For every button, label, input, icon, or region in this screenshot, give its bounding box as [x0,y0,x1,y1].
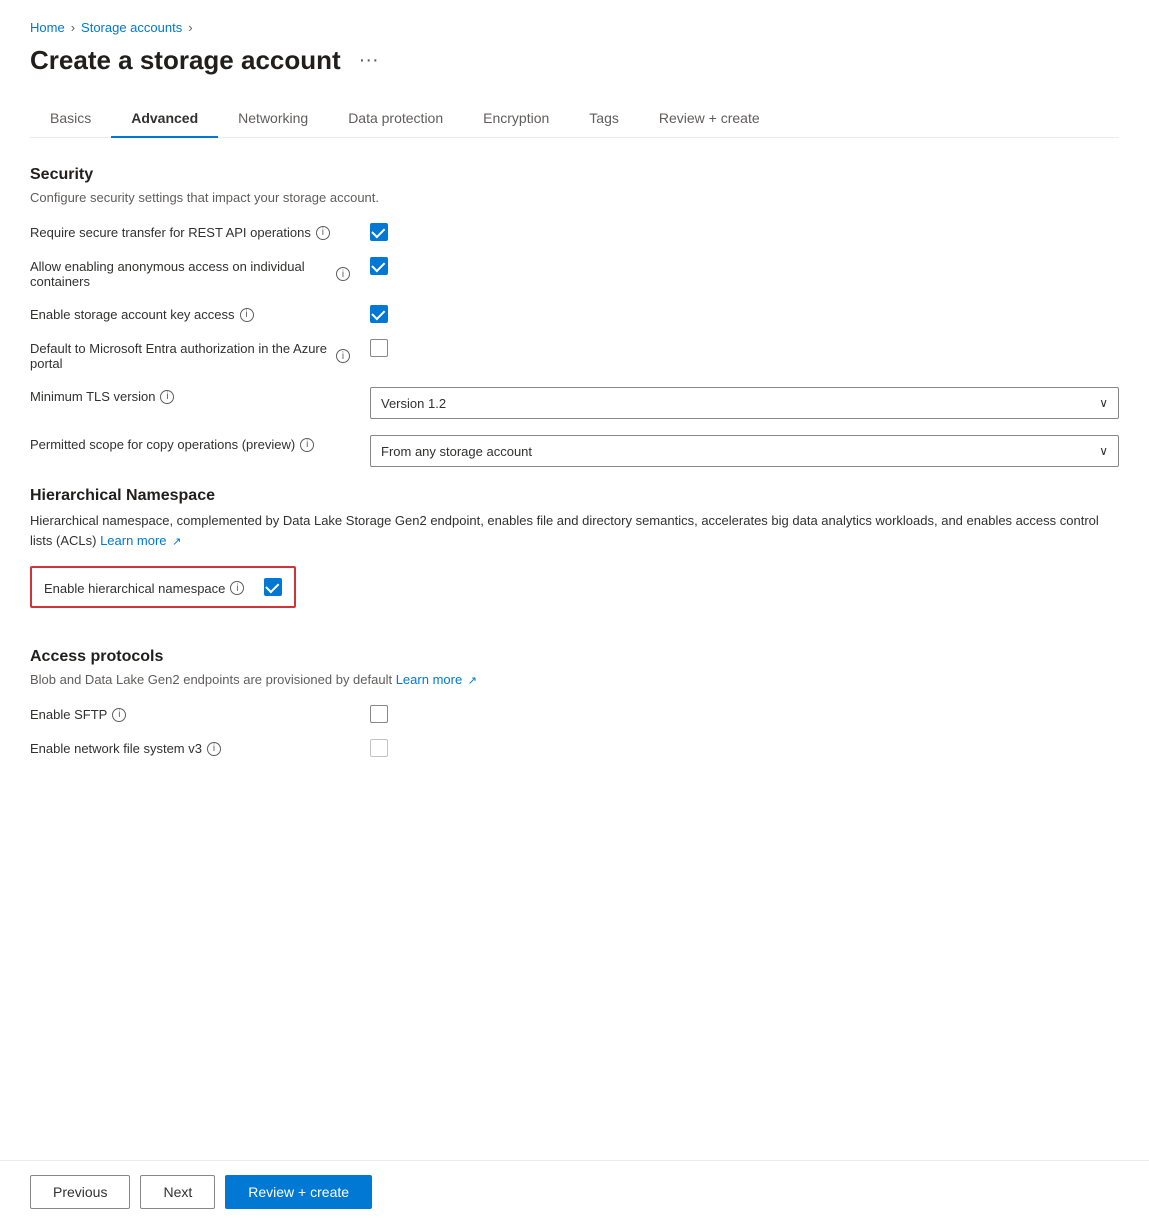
form-row-entra-auth: Default to Microsoft Entra authorization… [30,339,1119,371]
learn-more-external-icon: ↗ [172,536,181,548]
tls-value: Version 1.2 [381,396,446,411]
hierarchical-section-title: Hierarchical Namespace [30,487,1119,505]
previous-button[interactable]: Previous [30,1175,130,1209]
checkbox-sftp[interactable] [370,705,388,723]
access-protocols-learn-more[interactable]: Learn more ↗ [396,672,477,687]
info-entra-auth[interactable]: i [336,349,350,363]
info-key-access[interactable]: i [240,308,254,322]
label-entra-auth: Default to Microsoft Entra authorization… [30,339,350,371]
checkbox-hierarchical-namespace[interactable] [264,578,282,596]
info-sftp[interactable]: i [112,708,126,722]
access-protocols-title: Access protocols [30,648,1119,666]
info-anonymous-access[interactable]: i [336,267,350,281]
access-protocols-external-icon: ↗ [468,675,477,687]
tab-networking[interactable]: Networking [218,100,328,138]
info-copy-scope[interactable]: i [300,438,314,452]
tab-encryption[interactable]: Encryption [463,100,569,138]
breadcrumb-sep1: › [71,20,75,35]
tabs-nav: Basics Advanced Networking Data protecti… [30,100,1119,138]
ellipsis-button[interactable]: ··· [353,47,385,74]
label-anonymous-access: Allow enabling anonymous access on indiv… [30,257,350,289]
page-title: Create a storage account [30,45,341,76]
info-secure-transfer[interactable]: i [316,226,330,240]
breadcrumb-storage-accounts[interactable]: Storage accounts [81,20,182,35]
breadcrumb: Home › Storage accounts › [30,20,1119,35]
highlighted-hierarchical-row: Enable hierarchical namespace i [30,566,296,608]
next-button[interactable]: Next [140,1175,215,1209]
label-tls: Minimum TLS version i [30,387,350,404]
checkbox-entra-auth[interactable] [370,339,388,357]
form-row-secure-transfer: Require secure transfer for REST API ope… [30,223,1119,241]
form-row-key-access: Enable storage account key access i [30,305,1119,323]
security-section-desc: Configure security settings that impact … [30,190,1119,205]
form-row-anonymous-access: Allow enabling anonymous access on indiv… [30,257,1119,289]
label-secure-transfer: Require secure transfer for REST API ope… [30,223,350,240]
footer: Previous Next Review + create [0,1160,1149,1223]
label-copy-scope: Permitted scope for copy operations (pre… [30,435,350,452]
security-section-title: Security [30,166,1119,184]
select-tls-version[interactable]: Version 1.2 ∨ [370,387,1119,419]
label-key-access: Enable storage account key access i [30,305,350,322]
hierarchical-desc: Hierarchical namespace, complemented by … [30,511,1119,550]
info-nfs-v3[interactable]: i [207,742,221,756]
page-title-row: Create a storage account ··· [30,45,1119,76]
info-hierarchical-namespace[interactable]: i [230,581,244,595]
select-copy-scope[interactable]: From any storage account ∨ [370,435,1119,467]
tls-chevron: ∨ [1099,396,1108,410]
checkbox-key-access[interactable] [370,305,388,323]
form-row-sftp: Enable SFTP i [30,705,1119,723]
form-row-tls: Minimum TLS version i Version 1.2 ∨ [30,387,1119,419]
tab-tags[interactable]: Tags [569,100,639,138]
tab-review-create[interactable]: Review + create [639,100,780,138]
access-protocols-desc: Blob and Data Lake Gen2 endpoints are pr… [30,672,1119,687]
review-create-button[interactable]: Review + create [225,1175,372,1209]
label-sftp: Enable SFTP i [30,705,350,722]
hierarchical-learn-more[interactable]: Learn more ↗ [100,533,181,548]
checkbox-anonymous-access[interactable] [370,257,388,275]
checkbox-nfs-v3[interactable] [370,739,388,757]
copy-scope-value: From any storage account [381,444,532,459]
checkbox-secure-transfer[interactable] [370,223,388,241]
breadcrumb-home[interactable]: Home [30,20,65,35]
tab-advanced[interactable]: Advanced [111,100,218,138]
label-hierarchical-namespace: Enable hierarchical namespace i [44,579,244,596]
tab-data-protection[interactable]: Data protection [328,100,463,138]
label-nfs-v3: Enable network file system v3 i [30,739,350,756]
form-row-copy-scope: Permitted scope for copy operations (pre… [30,435,1119,467]
tab-basics[interactable]: Basics [30,100,111,138]
info-tls[interactable]: i [160,390,174,404]
form-row-nfs-v3: Enable network file system v3 i [30,739,1119,757]
copy-scope-chevron: ∨ [1099,444,1108,458]
breadcrumb-sep2: › [188,20,192,35]
